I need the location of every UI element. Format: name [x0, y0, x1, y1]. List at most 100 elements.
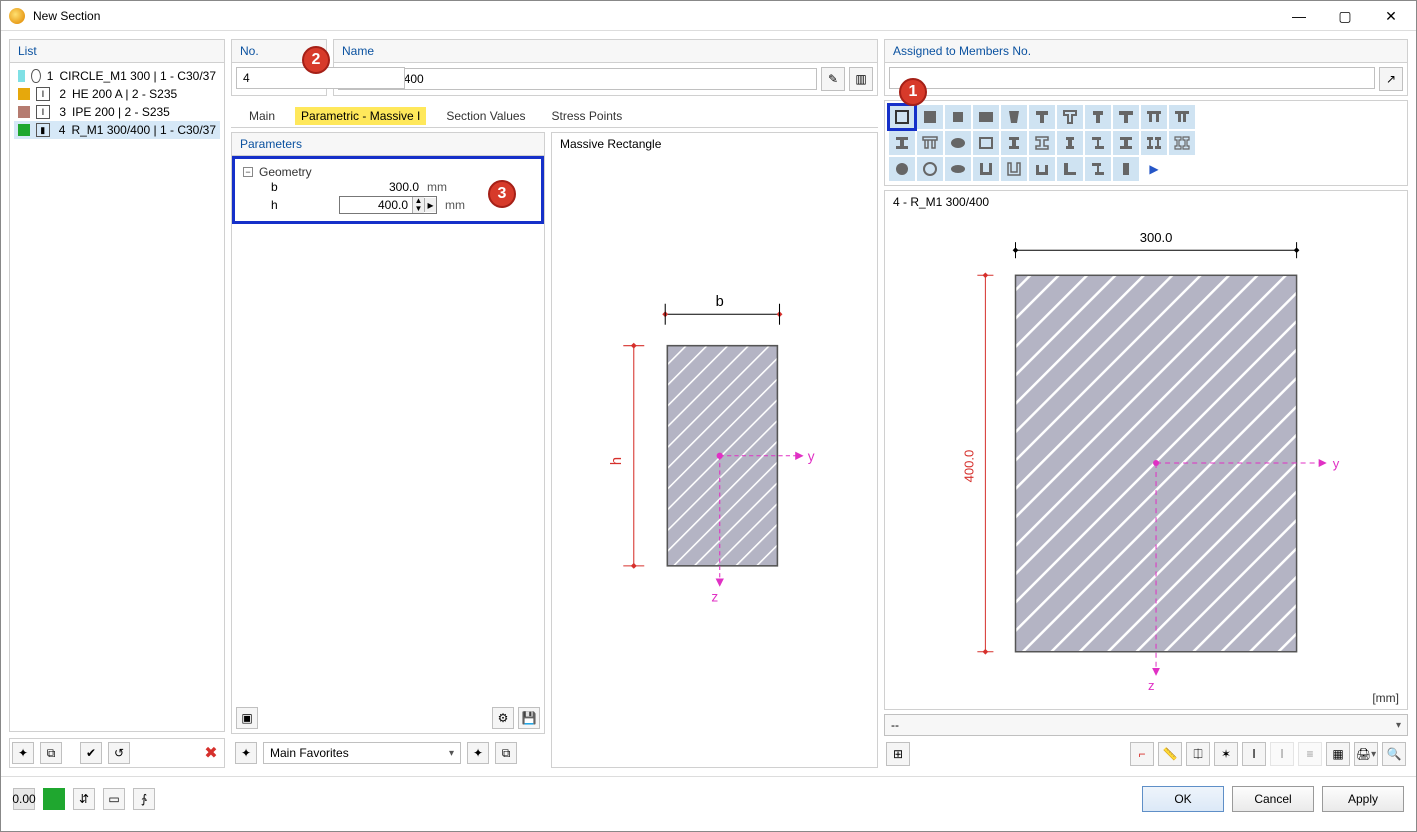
shape-tt-button[interactable]	[1141, 105, 1167, 129]
list-item[interactable]: ▮ 4 R_M1 300/400 | 1 - C30/37	[14, 121, 220, 139]
shape-ii-button[interactable]	[1169, 131, 1195, 155]
shape-ii-button[interactable]	[1141, 131, 1167, 155]
collapse-icon[interactable]: −	[243, 167, 253, 177]
big-height-label: 400.0	[961, 450, 976, 483]
reset-zoom-button[interactable]: 🔍	[1382, 742, 1406, 766]
list-item[interactable]: 1 CIRCLE_M1 300 | 1 - C30/37	[14, 67, 220, 85]
library-button[interactable]: ▥	[849, 67, 873, 91]
shape-u-button[interactable]	[1029, 157, 1055, 181]
assigned-input[interactable]	[889, 67, 1375, 89]
shape-option-button[interactable]	[973, 131, 999, 155]
list-item-num: 2	[56, 87, 66, 101]
toggle-points-button[interactable]: ✶	[1214, 742, 1238, 766]
list-item[interactable]: Ⅰ 2 HE 200 A | 2 - S235	[14, 85, 220, 103]
preview-title: Massive Rectangle	[552, 133, 877, 155]
spinner-down-icon[interactable]: ▼	[412, 205, 424, 213]
assigned-panel: Assigned to Members No. ↗ 1	[884, 39, 1408, 96]
number-panel: No. 2	[231, 39, 327, 96]
tab-stress-points[interactable]: Stress Points	[546, 107, 629, 125]
shape-i-button[interactable]	[1029, 131, 1055, 155]
chevron-down-icon: ▾	[1396, 720, 1401, 731]
shape-option-button[interactable]	[973, 105, 999, 129]
maximize-button[interactable]: ▢	[1322, 1, 1368, 31]
list-toolbar: ✦ ⧉ ✔ ↺ ✖	[9, 738, 225, 768]
minimize-button[interactable]: —	[1276, 1, 1322, 31]
shape-u-button[interactable]	[1001, 157, 1027, 181]
list-item-label: R_M1 300/400 | 1 - C30/37	[71, 123, 216, 137]
print-button[interactable]: 🖨▾	[1354, 742, 1378, 766]
title-bar: New Section — ▢ ✕	[1, 1, 1416, 31]
tab-parametric-massive[interactable]: Parametric - Massive I	[295, 107, 426, 125]
shape-ellipse-button[interactable]	[945, 157, 971, 181]
shape-rect-button[interactable]	[889, 105, 915, 129]
footer-tool3-button[interactable]: ∱	[133, 788, 155, 810]
spinner-expand-icon[interactable]: ▸	[424, 198, 436, 212]
shape-i-button[interactable]	[1113, 131, 1139, 155]
favorites-new-button[interactable]: ✦	[467, 742, 489, 764]
status-select[interactable]: -- ▾	[884, 714, 1408, 736]
shape-z-button[interactable]	[1085, 157, 1111, 181]
footer-tool1-button[interactable]: ⇵	[73, 788, 95, 810]
shape-option-button[interactable]	[917, 105, 943, 129]
dialog-footer: 0.00 ⇵ ▭ ∱ OK Cancel Apply	[1, 776, 1416, 820]
shape-i-button[interactable]	[889, 131, 915, 155]
shape-l-button[interactable]	[1057, 157, 1083, 181]
tab-main[interactable]: Main	[243, 107, 281, 125]
params-save-button[interactable]: 💾	[518, 707, 540, 729]
name-input[interactable]	[338, 68, 817, 90]
shape-i-button[interactable]	[1057, 131, 1083, 155]
chevron-down-icon: ▾	[449, 748, 454, 759]
library-open-button[interactable]: ▣	[236, 707, 258, 729]
list-item[interactable]: Ⅰ 3 IPE 200 | 2 - S235	[14, 103, 220, 121]
delete-button[interactable]: ✖	[200, 742, 222, 764]
axis-z-label: z	[711, 589, 718, 604]
shape-z-button[interactable]	[1085, 131, 1111, 155]
shape-t-button[interactable]	[1113, 105, 1139, 129]
shape-option-button[interactable]	[1001, 105, 1027, 129]
apply-button[interactable]: Apply	[1322, 786, 1404, 812]
toggle-ibeam-button[interactable]: Ⅰ	[1242, 742, 1266, 766]
toggle-values-button[interactable]: ⎅	[1186, 742, 1210, 766]
close-button[interactable]: ✕	[1368, 1, 1414, 31]
shape-t-button[interactable]	[1029, 105, 1055, 129]
shape-ring-button[interactable]	[917, 157, 943, 181]
toggle-disabled-button: Ⅰ	[1270, 742, 1294, 766]
status-text: --	[891, 718, 899, 732]
shape-tt-button[interactable]	[917, 131, 943, 155]
shape-option-button[interactable]	[945, 105, 971, 129]
params-tool1-button[interactable]: ⚙	[492, 707, 514, 729]
shape-option-button[interactable]	[945, 131, 971, 155]
shape-i-button[interactable]	[1001, 131, 1027, 155]
add-item-button[interactable]: ✦	[12, 742, 34, 764]
shape-rect-slim-button[interactable]	[1113, 157, 1139, 181]
refresh-button[interactable]: ↺	[108, 742, 130, 764]
toggle-grid-button[interactable]: ▦	[1326, 742, 1350, 766]
cancel-button[interactable]: Cancel	[1232, 786, 1314, 812]
footer-tool2-button[interactable]: ▭	[103, 788, 125, 810]
shape-u-button[interactable]	[973, 157, 999, 181]
favorites-select[interactable]: Main Favorites ▾	[263, 742, 461, 764]
shape-tt-button[interactable]	[1169, 105, 1195, 129]
param-h-spinner[interactable]: ▲ ▼ ▸	[339, 196, 437, 214]
callout-2: 2	[302, 46, 330, 74]
shape-circle-button[interactable]	[889, 157, 915, 181]
toggle-dim-button[interactable]: 📏	[1158, 742, 1182, 766]
preview-fullview-button[interactable]: ⊞	[886, 742, 910, 766]
list-item-label: HE 200 A | 2 - S235	[72, 87, 177, 101]
footer-color-button[interactable]	[43, 788, 65, 810]
assigned-pick-button[interactable]: ↗	[1379, 67, 1403, 91]
shape-t-button[interactable]	[1085, 105, 1111, 129]
param-h-input[interactable]	[340, 197, 412, 213]
favorites-copy-button[interactable]: ⧉	[495, 742, 517, 764]
check-button[interactable]: ✔	[80, 742, 102, 764]
tab-section-values[interactable]: Section Values	[440, 107, 531, 125]
copy-item-button[interactable]: ⧉	[40, 742, 62, 764]
edit-name-button[interactable]: ✎	[821, 67, 845, 91]
shape-t-button[interactable]	[1057, 105, 1083, 129]
toggle-axes-button[interactable]: ⌐	[1130, 742, 1154, 766]
ok-button[interactable]: OK	[1142, 786, 1224, 812]
big-preview-title: 4 - R_M1 300/400	[885, 191, 1407, 213]
footer-unit-button[interactable]: 0.00	[13, 788, 35, 810]
shape-more-button[interactable]: ▶	[1141, 157, 1167, 181]
favorites-star-button[interactable]: ✦	[235, 742, 257, 764]
